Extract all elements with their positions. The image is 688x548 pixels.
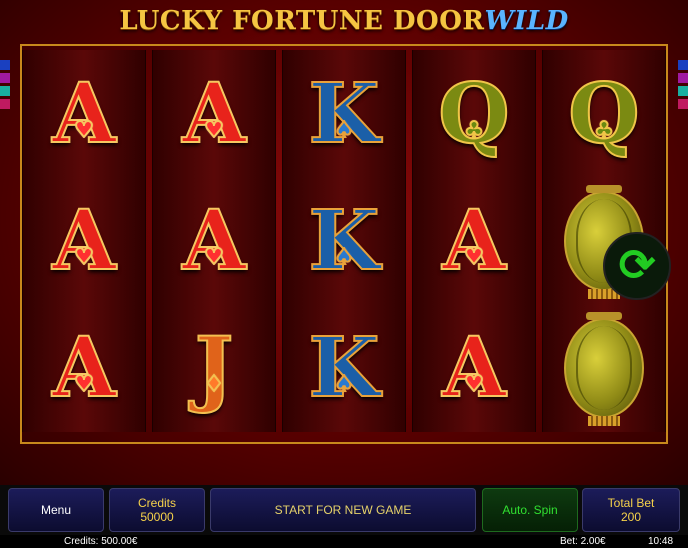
- symbol-a: A ♥: [419, 186, 529, 296]
- symbol-q: Q ♣: [419, 59, 529, 169]
- suit-icon: ♥: [463, 371, 485, 398]
- symbol-letter: J ♦: [194, 320, 235, 417]
- refresh-arrows-icon: ⟳: [618, 241, 656, 290]
- symbol-a: A ♥: [159, 59, 269, 169]
- suit-icon: ♠: [333, 371, 355, 398]
- reel-area: A ♥ A ♥ A ♥ A ♥ A ♥ J ♦ K ♠ K ♠ K ♠ Q ♣ A ♥ A ♥ Q ♣: [22, 50, 666, 432]
- symbol-letter: A ♥: [441, 320, 507, 417]
- symbol-a: A ♥: [29, 186, 139, 296]
- menu-button[interactable]: Menu: [8, 488, 104, 532]
- auto-spin-button[interactable]: Auto. Spin: [482, 488, 578, 532]
- symbol-letter: K ♠: [307, 192, 380, 289]
- symbol-letter: A ♥: [441, 192, 507, 289]
- suit-icon: ♥: [73, 243, 95, 270]
- auto-spin-label: Auto. Spin: [502, 503, 558, 517]
- game-stage: LUCKY FORTUNE DOORWILD A ♥ A ♥ A ♥ A ♥ A ♥ J ♦ K ♠ K ♠ K…: [0, 0, 688, 485]
- total-bet-label: Total Bet: [607, 496, 655, 510]
- reel-3: K ♠ K ♠ K ♠: [282, 50, 406, 432]
- control-bar: Menu Credits 50000 START FOR NEW GAME Au…: [0, 485, 688, 535]
- credits-value: 50000: [140, 510, 174, 524]
- symbol-k: K ♠: [289, 313, 399, 423]
- suit-icon: ♠: [333, 116, 355, 143]
- symbol-letter: A ♥: [51, 192, 117, 289]
- symbol-a: A ♥: [29, 313, 139, 423]
- symbol-a: A ♥: [29, 59, 139, 169]
- symbol-letter: Q ♣: [567, 65, 640, 162]
- start-game-button[interactable]: START FOR NEW GAME: [210, 488, 476, 532]
- right-payline-markers: [678, 60, 688, 112]
- reel-2: A ♥ A ♥ J ♦: [152, 50, 276, 432]
- start-label: START FOR NEW GAME: [274, 503, 412, 517]
- symbol-lantern: [549, 312, 659, 427]
- symbol-letter: A ♥: [181, 192, 247, 289]
- status-bet: Bet: 2.00€: [560, 536, 606, 547]
- symbol-j: J ♦: [159, 313, 269, 423]
- symbol-letter: A ♥: [181, 65, 247, 162]
- game-title: LUCKY FORTUNE DOORWILD: [0, 6, 688, 36]
- suit-icon: ♥: [463, 243, 485, 270]
- symbol-letter: K ♠: [307, 320, 380, 417]
- symbol-letter: Q ♣: [437, 65, 510, 162]
- suit-icon: ♥: [203, 243, 225, 270]
- status-credits: Credits: 500.00€: [64, 536, 138, 547]
- lantern-icon: [564, 312, 644, 427]
- symbol-q: Q ♣: [549, 59, 659, 169]
- suit-icon: ♣: [593, 116, 615, 143]
- title-wild: WILD: [484, 6, 569, 36]
- spin-button[interactable]: ⟳: [603, 232, 671, 300]
- suit-icon: ♠: [333, 243, 355, 270]
- symbol-letter: A ♥: [51, 65, 117, 162]
- symbol-a: A ♥: [159, 186, 269, 296]
- status-bar: Credits: 500.00€ Bet: 2.00€ 10:48: [0, 535, 688, 548]
- left-payline-markers: [0, 60, 10, 112]
- title-main: LUCKY FORTUNE DOOR: [119, 6, 485, 36]
- suit-icon: ♥: [73, 116, 95, 143]
- reel-4: Q ♣ A ♥ A ♥: [412, 50, 536, 432]
- credits-label: Credits: [137, 496, 176, 510]
- credits-display: Credits 50000: [109, 488, 205, 532]
- symbol-letter: A ♥: [51, 320, 117, 417]
- reel-1: A ♥ A ♥ A ♥: [22, 50, 146, 432]
- total-bet-button[interactable]: Total Bet 200: [582, 488, 680, 532]
- symbol-k: K ♠: [289, 186, 399, 296]
- suit-icon: ♥: [203, 116, 225, 143]
- symbol-a: A ♥: [419, 313, 529, 423]
- menu-label: Menu: [40, 503, 72, 517]
- suit-icon: ♦: [203, 371, 225, 398]
- suit-icon: ♣: [463, 116, 485, 143]
- total-bet-value: 200: [620, 510, 642, 524]
- symbol-letter: K ♠: [307, 65, 380, 162]
- symbol-k: K ♠: [289, 59, 399, 169]
- status-time: 10:48: [648, 536, 674, 547]
- suit-icon: ♥: [73, 371, 95, 398]
